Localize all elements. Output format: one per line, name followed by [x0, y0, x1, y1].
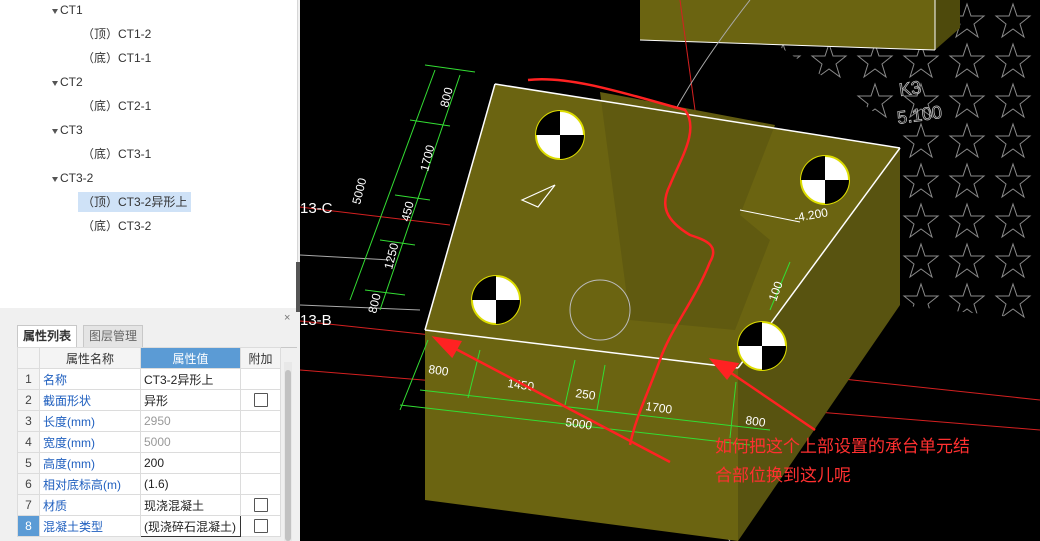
extra-cell [240, 473, 281, 495]
property-name: 相对底标高(m) [39, 473, 141, 495]
tree-item-ct1-1[interactable]: （底）CT1-1 [82, 48, 151, 68]
property-value: 2950 [140, 410, 241, 432]
tree-item-ct3-1[interactable]: （底）CT3-1 [82, 144, 151, 164]
k3-label: K3 [898, 77, 923, 100]
header-property-name: 属性名称 [39, 347, 141, 369]
property-name: 高度(mm) [39, 452, 141, 474]
tree-item-ct3-2[interactable]: CT3-2 [60, 168, 93, 188]
tab-layer-management[interactable]: 图层管理 [83, 325, 144, 347]
property-value: 5000 [140, 431, 241, 453]
tab-property-list[interactable]: 属性列表 [17, 325, 78, 348]
header-index [17, 347, 40, 369]
property-name: 混凝土类型 [39, 515, 141, 537]
tree-toggle-ct3-2[interactable] [52, 177, 58, 182]
left-panel: CT1 （顶）CT1-2 （底）CT1-1 CT2 （底）CT2-1 CT3 （… [0, 0, 300, 541]
row-index: 3 [17, 410, 40, 432]
dim-left-5000: 5000 [349, 176, 369, 206]
table-scrollbar[interactable] [284, 362, 292, 541]
dim-left-1700: 1700 [417, 143, 437, 173]
annotation-line-1: 如何把这个上部设置的承台单元结 [715, 437, 970, 457]
tree-item-ct1-2[interactable]: （顶）CT1-2 [82, 24, 151, 44]
extra-cell [240, 452, 281, 474]
table-row[interactable]: 6 相对底标高(m) (1.6) [17, 473, 281, 495]
component-tree: CT1 （顶）CT1-2 （底）CT1-1 CT2 （底）CT2-1 CT3 （… [0, 0, 298, 308]
tree-toggle-ct3[interactable] [52, 129, 58, 134]
extra-cell [240, 410, 281, 432]
annotation-line-2: 合部位换到这儿呢 [715, 466, 851, 486]
row-index: 7 [17, 494, 40, 516]
property-name: 宽度(mm) [39, 431, 141, 453]
tree-item-ct3-2-top[interactable]: （顶）CT3-2异形上 [78, 192, 192, 212]
tree-toggle-ct2[interactable] [52, 81, 58, 86]
property-value[interactable]: 现浇混凝土 [140, 494, 241, 516]
property-name: 材质 [39, 494, 141, 516]
extra-checkbox[interactable] [253, 519, 268, 534]
table-row[interactable]: 7 材质 现浇混凝土 [17, 494, 281, 516]
row-index: 2 [17, 389, 40, 411]
row-index: 1 [17, 368, 40, 390]
dim-bottom-800b: 800 [745, 413, 767, 430]
dim-bottom-800: 800 [428, 362, 450, 379]
row-index: 4 [17, 431, 40, 453]
dim-left-800b: 800 [365, 292, 384, 315]
extra-cell [240, 515, 281, 537]
table-row[interactable]: 4 宽度(mm) 5000 [17, 431, 281, 453]
extra-cell [240, 389, 281, 411]
tree-toggle-ct1[interactable] [52, 9, 58, 14]
extra-cell [240, 494, 281, 516]
top-slab [639, 0, 960, 51]
table-row[interactable]: 2 截面形状 异形 [17, 389, 281, 411]
property-value[interactable]: 异形 [140, 389, 241, 411]
dim-left-800: 800 [437, 86, 456, 109]
header-property-value: 属性值 [140, 347, 241, 369]
property-name: 截面形状 [39, 389, 141, 411]
cad-viewport[interactable]: 5000 800 1700 450 1250 800 800 1450 250 … [300, 0, 1040, 541]
extra-checkbox[interactable] [253, 498, 268, 513]
table-scrollbar-thumb[interactable] [285, 370, 291, 541]
axis-label-13c: 13-C [300, 200, 333, 217]
table-row[interactable]: 8 混凝土类型 (现浇碎石混凝土) [17, 515, 281, 537]
property-table: 属性名称 属性值 附加 1 名称 CT3-2异形上 2 截面形状 异形 3 长度… [17, 347, 281, 537]
dim-left-450: 450 [398, 200, 417, 223]
property-value[interactable]: (1.6) [140, 473, 241, 495]
property-value[interactable]: CT3-2异形上 [140, 368, 241, 390]
tree-item-ct2[interactable]: CT2 [60, 72, 83, 92]
dim-left-1250: 1250 [381, 241, 401, 271]
row-index: 5 [17, 452, 40, 474]
axis-label-13b: 13-B [300, 312, 332, 329]
tree-item-ct3[interactable]: CT3 [60, 120, 83, 140]
tree-item-ct2-1[interactable]: （底）CT2-1 [82, 96, 151, 116]
row-index: 8 [17, 515, 40, 537]
property-value[interactable]: 200 [140, 452, 241, 474]
property-name: 长度(mm) [39, 410, 141, 432]
property-name: 名称 [39, 368, 141, 390]
dim-bottom-250: 250 [575, 386, 597, 403]
header-extra: 附加 [240, 347, 281, 369]
property-value[interactable]: (现浇碎石混凝土) [140, 515, 241, 537]
table-row[interactable]: 5 高度(mm) 200 [17, 452, 281, 474]
panel-tabs: 属性列表 图层管理 [17, 323, 297, 348]
extra-cell [240, 368, 281, 390]
row-index: 6 [17, 473, 40, 495]
table-row[interactable]: 1 名称 CT3-2异形上 [17, 368, 281, 390]
table-header-row: 属性名称 属性值 附加 [17, 347, 281, 369]
table-row[interactable]: 3 长度(mm) 2950 [17, 410, 281, 432]
tree-item-ct3-2-bottom[interactable]: （底）CT3-2 [82, 216, 151, 236]
extra-cell [240, 431, 281, 453]
extra-checkbox[interactable] [253, 393, 268, 408]
tree-item-ct1[interactable]: CT1 [60, 0, 83, 20]
